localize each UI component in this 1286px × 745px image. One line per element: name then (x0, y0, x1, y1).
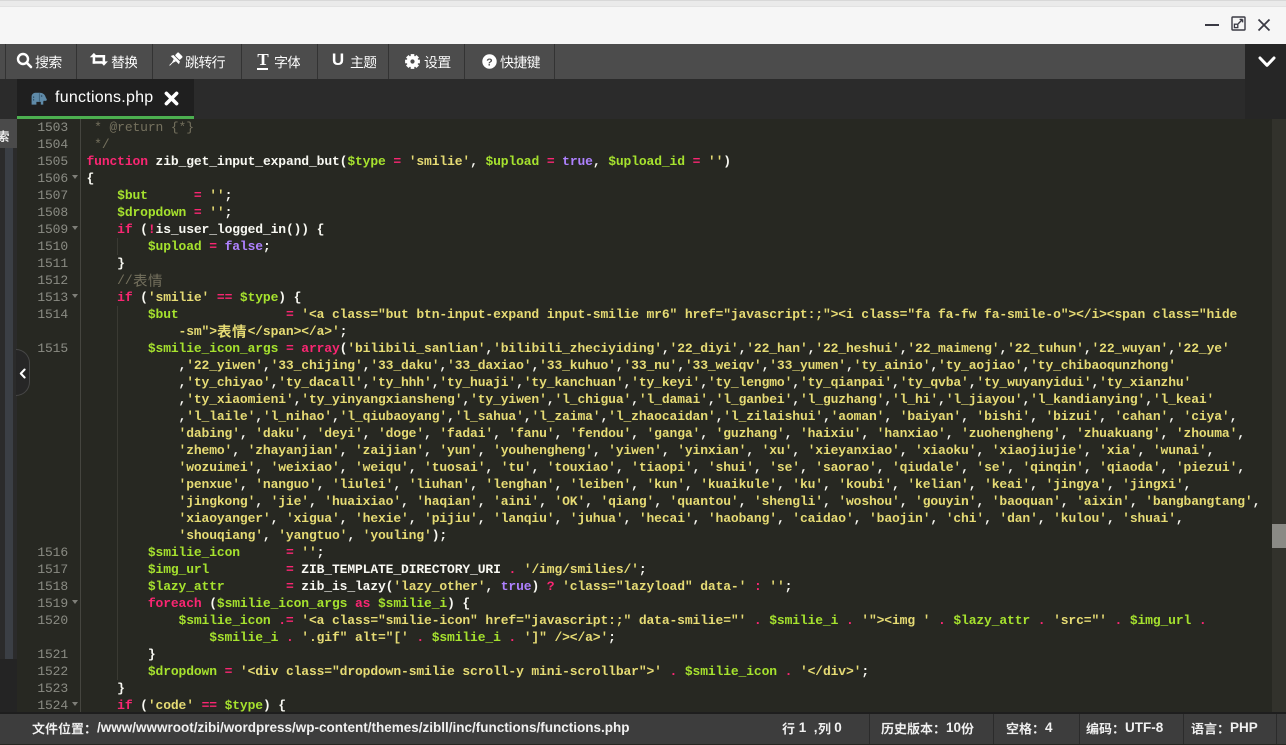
svg-text:?: ? (486, 56, 492, 68)
